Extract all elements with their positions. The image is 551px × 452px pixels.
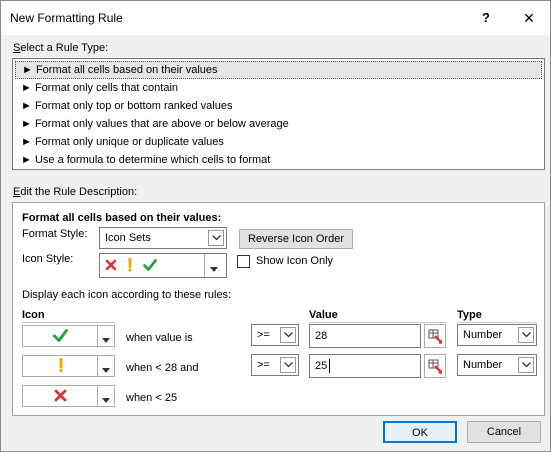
bullet-icon: ►	[21, 100, 32, 112]
rule-type-label: Select a Rule Type:	[13, 42, 109, 54]
rule-type-item[interactable]: ► Use a formula to determine which cells…	[15, 151, 542, 169]
type-column-header: Type	[457, 309, 482, 321]
condition-text-3: when < 25	[126, 392, 178, 404]
red-x-icon	[54, 389, 67, 405]
close-button[interactable]: ✕	[517, 7, 541, 29]
chevron-down-icon	[280, 327, 296, 343]
rule-description-panel: Format all cells based on their values: …	[12, 202, 545, 416]
format-style-dropdown[interactable]: Icon Sets	[99, 227, 227, 249]
chevron-down-icon	[518, 327, 534, 343]
condition-text-1: when value is	[126, 332, 193, 344]
icon-picker-3[interactable]	[22, 385, 115, 407]
divider	[309, 322, 447, 323]
title-bar: New Formatting Rule ? ✕	[1, 1, 550, 35]
green-check-icon	[53, 329, 68, 345]
chevron-down-icon	[102, 394, 110, 406]
description-heading: Format all cells based on their values:	[22, 212, 222, 224]
cancel-button[interactable]: Cancel	[467, 421, 541, 443]
operator-dropdown-1[interactable]: >=	[251, 324, 299, 346]
rule-type-item[interactable]: ► Format only cells that contain	[15, 79, 542, 97]
rule-type-item[interactable]: ► Format only unique or duplicate values	[15, 133, 542, 151]
icon-picker-1[interactable]	[22, 325, 115, 347]
rule-type-item[interactable]: ► Format only top or bottom ranked value…	[15, 97, 542, 115]
value-input-1[interactable]: 28	[309, 324, 421, 348]
bullet-icon: ►	[21, 136, 32, 148]
bullet-icon: ►	[21, 118, 32, 130]
rule-type-item[interactable]: ► Format only values that are above or b…	[15, 115, 542, 133]
show-icon-only-label: Show Icon Only	[256, 255, 334, 267]
yellow-exclamation-icon	[126, 257, 134, 275]
chevron-down-icon	[102, 364, 110, 376]
bullet-icon: ►	[21, 154, 32, 166]
dialog-title: New Formatting Rule	[10, 11, 123, 25]
value-input-2[interactable]: 25	[309, 354, 421, 378]
bullet-icon: ►	[22, 64, 33, 76]
icon-style-label: Icon Style:	[22, 253, 74, 265]
range-selector-icon	[428, 329, 442, 344]
new-formatting-rule-dialog: New Formatting Rule ? ✕ Select a Rule Ty…	[0, 0, 551, 452]
divider	[204, 254, 205, 277]
value-column-header: Value	[309, 309, 338, 321]
icon-column-header: Icon	[22, 309, 45, 321]
range-selector-icon	[428, 359, 442, 374]
cell-reference-button-2[interactable]	[424, 354, 446, 378]
operator-dropdown-2[interactable]: >=	[251, 354, 299, 376]
chevron-down-icon	[518, 357, 534, 373]
rule-description-label: Edit the Rule Description:	[13, 186, 138, 198]
bullet-icon: ►	[21, 82, 32, 94]
type-dropdown-2[interactable]: Number	[457, 354, 537, 376]
condition-text-2: when < 28 and	[126, 362, 199, 374]
chevron-down-icon	[280, 357, 296, 373]
yellow-exclamation-icon	[57, 357, 65, 376]
green-check-icon	[143, 259, 157, 274]
rule-type-item[interactable]: ► Format all cells based on their values	[15, 61, 542, 79]
icon-style-dropdown[interactable]	[99, 253, 227, 278]
help-button[interactable]: ?	[475, 7, 497, 29]
text-cursor	[329, 359, 330, 373]
chevron-down-icon	[210, 263, 218, 275]
cell-reference-button-1[interactable]	[424, 324, 446, 348]
show-icon-only-checkbox[interactable]	[237, 255, 250, 268]
format-style-label: Format Style:	[22, 228, 88, 240]
divider	[22, 322, 115, 323]
divider	[457, 322, 537, 323]
reverse-icon-order-button[interactable]: Reverse Icon Order	[239, 229, 353, 249]
red-x-icon	[105, 259, 117, 274]
rule-type-list[interactable]: ► Format all cells based on their values…	[12, 58, 545, 170]
rules-intro-text: Display each icon according to these rul…	[22, 289, 232, 301]
chevron-down-icon	[208, 230, 224, 246]
chevron-down-icon	[102, 334, 110, 346]
type-dropdown-1[interactable]: Number	[457, 324, 537, 346]
icon-picker-2[interactable]	[22, 355, 115, 377]
ok-button[interactable]: OK	[383, 421, 457, 443]
